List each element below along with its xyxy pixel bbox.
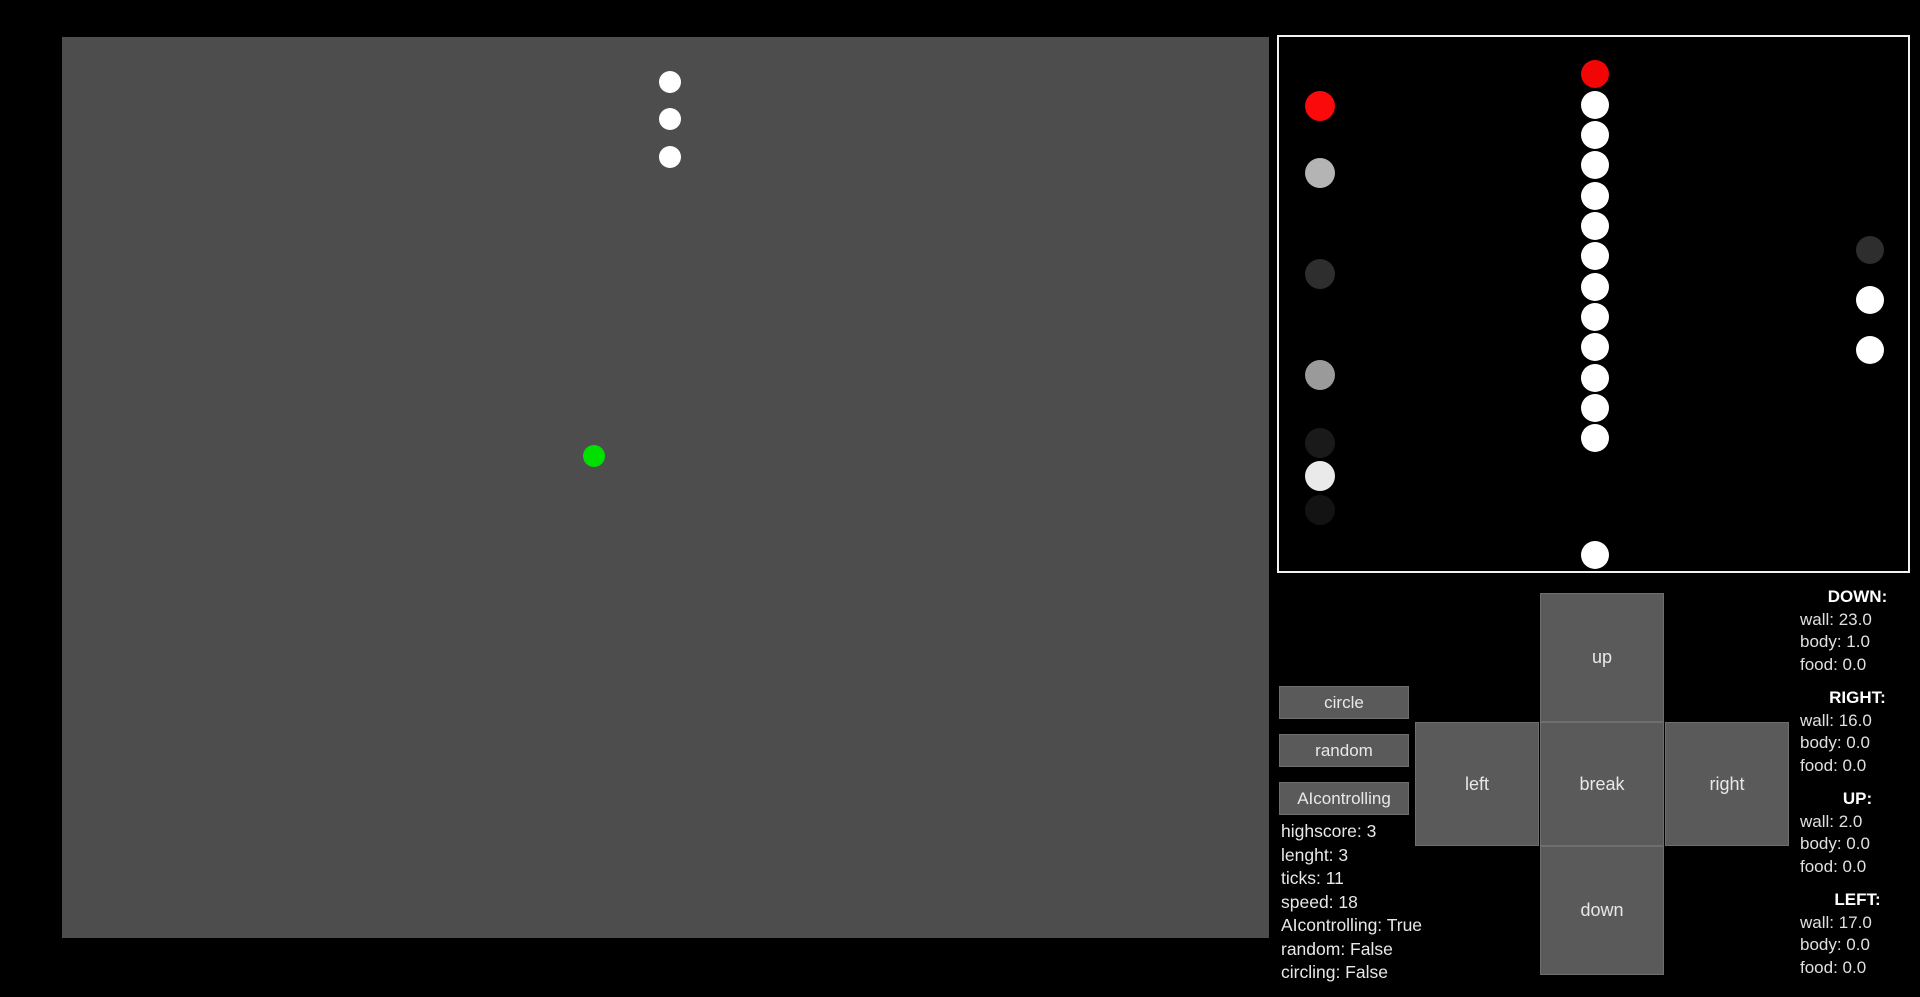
hidden-layer-node [1581, 424, 1609, 452]
circle-button[interactable]: circle [1279, 686, 1409, 719]
circle-button-label: circle [1324, 692, 1364, 712]
sensor-direction-label: LEFT: [1834, 890, 1881, 909]
stat-ai-controlling: AIcontrolling: True [1281, 915, 1423, 935]
dpad-down-button[interactable]: down [1540, 846, 1664, 975]
dpad-left-label: left [1464, 773, 1489, 794]
ai-controlling-button-label: AIcontrolling [1297, 788, 1391, 808]
sensor-direction-label: DOWN: [1827, 587, 1888, 606]
sensor-wall-value: wall: 16.0 [1800, 710, 1872, 730]
input-layer-node [1305, 495, 1335, 525]
hidden-layer-node [1581, 303, 1609, 331]
hidden-layer-node [1581, 212, 1609, 240]
hidden-layer-node [1581, 151, 1609, 179]
hidden-layer-node [1581, 121, 1609, 149]
food-pellet [583, 445, 605, 467]
sensor-wall-value: wall: 2.0 [1800, 811, 1863, 831]
hidden-layer-node [1581, 333, 1609, 361]
sensor-wall-value: wall: 17.0 [1800, 912, 1872, 932]
sensor-group: DOWN: wall: 23.0 body: 1.0 food: 0.0 [1800, 586, 1915, 676]
input-layer-node [1305, 91, 1335, 121]
hidden-layer-node [1581, 242, 1609, 270]
sensor-food-value: food: 0.0 [1800, 856, 1867, 876]
sensor-food-value: food: 0.0 [1800, 654, 1867, 674]
dpad-up-label: up [1591, 647, 1613, 667]
hidden-layer-node [1581, 364, 1609, 392]
stat-ticks: ticks: 11 [1281, 868, 1344, 888]
sensor-wall-value: wall: 23.0 [1800, 609, 1872, 629]
sensor-direction-label: RIGHT: [1829, 688, 1886, 707]
ai-controlling-button[interactable]: AIcontrolling [1279, 782, 1409, 815]
hidden-layer-node [1581, 182, 1609, 210]
sensor-body-value: body: 0.0 [1800, 834, 1870, 853]
sensor-group: RIGHT: wall: 16.0 body: 0.0 food: 0.0 [1800, 687, 1915, 777]
snake-segment [659, 71, 681, 93]
snake-segment [659, 146, 681, 168]
input-layer-node [1305, 428, 1335, 458]
stat-lenght: lenght: 3 [1281, 844, 1349, 865]
input-layer-node [1305, 259, 1335, 289]
sensor-food-value: food: 0.0 [1800, 755, 1867, 775]
dpad-break-button[interactable]: break [1540, 722, 1664, 846]
sensor-body-value: body: 0.0 [1800, 935, 1870, 954]
output-layer-node [1856, 286, 1884, 314]
hidden-layer-node [1581, 273, 1609, 301]
hidden-layer-node [1581, 91, 1609, 119]
input-layer-node [1305, 461, 1335, 491]
neural-network-panel [1277, 35, 1910, 573]
dpad-up-button[interactable]: up [1540, 593, 1664, 722]
sensor-direction-label: UP: [1842, 789, 1873, 808]
hidden-layer-node [1581, 541, 1609, 569]
random-button-label: random [1315, 740, 1373, 760]
dpad-left-button[interactable]: left [1415, 722, 1539, 846]
sensor-body-value: body: 0.0 [1800, 733, 1870, 752]
dpad-right-label: right [1709, 773, 1745, 794]
output-layer-node [1856, 236, 1884, 264]
snake-segment [659, 108, 681, 130]
random-button[interactable]: random [1279, 734, 1409, 767]
stat-speed: speed: 18 [1281, 891, 1358, 912]
sensor-group: UP: wall: 2.0 body: 0.0 food: 0.0 [1800, 788, 1915, 878]
dpad-right-button[interactable]: right [1665, 722, 1789, 846]
stat-random: random: False [1281, 938, 1393, 959]
input-layer-node [1305, 158, 1335, 188]
hidden-layer-node [1581, 394, 1609, 422]
sensor-group: LEFT: wall: 17.0 body: 0.0 food: 0.0 [1800, 889, 1915, 979]
input-layer-node [1305, 360, 1335, 390]
sensor-food-value: food: 0.0 [1800, 957, 1867, 977]
sensor-body-value: body: 1.0 [1800, 632, 1870, 651]
output-layer-node [1856, 336, 1884, 364]
hidden-layer-node [1581, 60, 1609, 88]
dpad-down-label: down [1580, 900, 1624, 920]
stat-circling: circling: False [1281, 962, 1388, 982]
dpad-break-label: break [1579, 773, 1625, 794]
game-play-area[interactable] [62, 37, 1269, 938]
sensor-readout-panel: DOWN: wall: 23.0 body: 1.0 food: 0.0 RIGHT: w… [1800, 586, 1915, 990]
